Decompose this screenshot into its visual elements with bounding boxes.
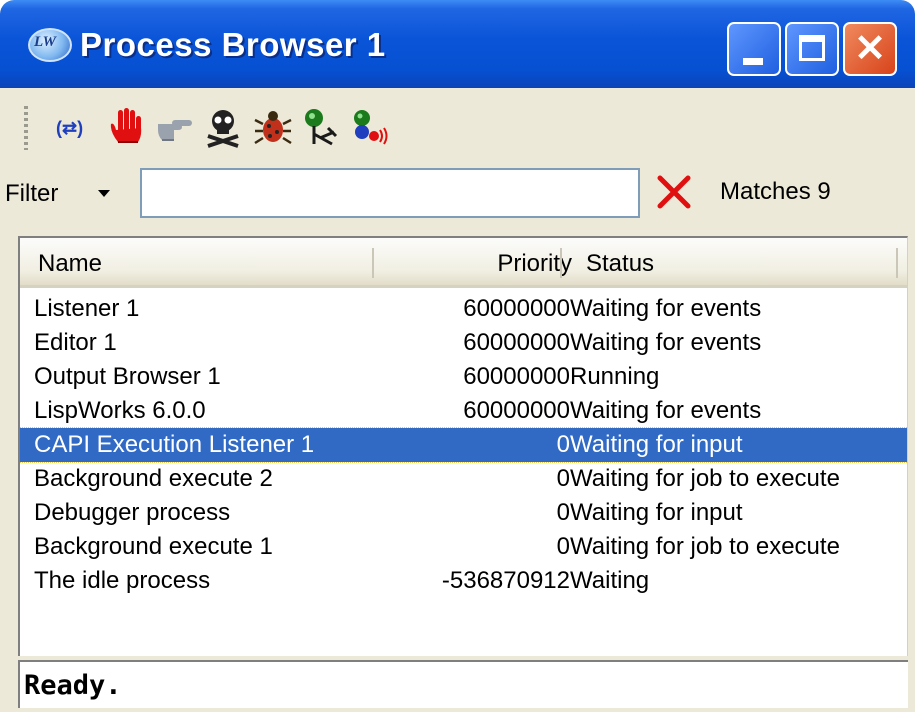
continue-tool-button[interactable] <box>154 106 196 148</box>
column-divider[interactable] <box>372 248 374 278</box>
brackets-icon: (⇄) <box>56 118 83 138</box>
priority-cell: 0 <box>556 499 570 526</box>
status-cell: Waiting for input <box>570 431 743 458</box>
run-process-tool-button[interactable] <box>300 106 342 148</box>
status-cell: Waiting for events <box>570 397 762 424</box>
table-row[interactable]: CAPI Execution Listener 1 0 Waiting for in… <box>20 427 907 463</box>
column-header-status[interactable]: Status <box>586 250 654 278</box>
table-row[interactable]: Editor 1 60000000 Waiting for events <box>20 326 907 360</box>
priority-cell: 60000000 <box>463 363 570 390</box>
close-icon: ✕ <box>854 28 886 70</box>
process-name-cell: Debugger process <box>34 499 231 526</box>
list-header: Name Priority Status <box>20 238 907 288</box>
signal-process-tool-button[interactable] <box>348 106 390 148</box>
chevron-down-icon[interactable] <box>98 190 110 197</box>
table-row[interactable]: Debugger process 0 Waiting for input <box>20 496 907 530</box>
process-name-cell: Background execute 1 <box>34 533 273 560</box>
process-name-cell: Background execute 2 <box>34 465 273 492</box>
status-cell: Running <box>570 363 660 390</box>
brackets-icon-text: (⇄) <box>56 118 83 138</box>
priority-cell: 60000000 <box>463 295 570 322</box>
maximize-button[interactable] <box>785 22 839 76</box>
kill-tool-button[interactable] <box>202 106 244 148</box>
process-list[interactable]: Name Priority Status Listener 1 60000000 W… <box>18 236 908 656</box>
process-name-cell: LispWorks 6.0.0 <box>34 397 206 424</box>
process-signal-icon <box>354 110 388 145</box>
process-run-icon <box>305 109 338 146</box>
toolbar: (⇄) <box>8 92 908 160</box>
process-name-cell: The idle process <box>34 567 211 594</box>
priority-cell: -536870912 <box>441 567 570 594</box>
app-icon-text: LW <box>34 34 56 50</box>
status-bar: Ready. <box>18 660 908 708</box>
title-bar[interactable]: LW Process Browser 1 ✕ <box>0 0 915 88</box>
break-tool-button[interactable] <box>106 106 148 148</box>
column-header-name[interactable]: Name <box>38 250 102 278</box>
priority-cell: 60000000 <box>463 329 570 356</box>
status-cell: Waiting for events <box>570 295 762 322</box>
table-row[interactable]: Background execute 1 0 Waiting for job to … <box>20 530 907 564</box>
filter-input[interactable] <box>140 168 640 218</box>
toolbar-grip[interactable] <box>24 106 28 150</box>
column-divider[interactable] <box>560 248 562 278</box>
status-text: Ready. <box>24 670 122 701</box>
close-button[interactable]: ✕ <box>843 22 897 76</box>
priority-cell: 0 <box>556 465 570 492</box>
column-divider[interactable] <box>896 248 898 278</box>
process-browser-window: LW Process Browser 1 ✕ (⇄) Filter Matche… <box>0 0 915 712</box>
skull-icon <box>207 110 239 148</box>
minimize-icon <box>743 58 763 65</box>
window-title: Process Browser 1 <box>80 26 386 63</box>
status-cell: Waiting for job to execute <box>570 465 840 492</box>
process-name-cell: Output Browser 1 <box>34 363 221 390</box>
status-cell: Waiting for events <box>570 329 762 356</box>
priority-cell: 60000000 <box>463 397 570 424</box>
lispworks-app-icon[interactable]: LW <box>28 28 72 62</box>
table-row[interactable]: LispWorks 6.0.0 60000000 Waiting for event… <box>20 394 907 428</box>
process-name-cell: CAPI Execution Listener 1 <box>34 431 315 458</box>
status-cell: Waiting for input <box>570 499 743 526</box>
clear-filter-icon[interactable] <box>654 172 694 212</box>
brackets-tool-button[interactable]: (⇄) <box>54 106 96 148</box>
stop-hand-icon <box>110 108 142 143</box>
matches-count: Matches 9 <box>720 178 831 205</box>
table-row[interactable]: The idle process -536870912 Waiting <box>20 564 907 598</box>
minimize-button[interactable] <box>727 22 781 76</box>
process-name-cell: Editor 1 <box>34 329 117 356</box>
bug-icon <box>254 111 292 145</box>
table-row[interactable]: Background execute 2 0 Waiting for job to … <box>20 462 907 496</box>
filter-menu-label[interactable]: Filter <box>5 180 58 208</box>
filter-bar: Filter Matches 9 <box>0 160 915 228</box>
table-row[interactable]: Output Browser 1 60000000 Running <box>20 360 907 394</box>
status-cell: Waiting for job to execute <box>570 533 840 560</box>
maximize-icon <box>799 35 825 61</box>
table-row[interactable]: Listener 1 60000000 Waiting for events <box>20 292 907 326</box>
status-cell: Waiting <box>570 567 650 594</box>
pointing-hand-icon <box>158 120 192 141</box>
priority-cell: 0 <box>556 431 570 458</box>
process-name-cell: Listener 1 <box>34 295 140 322</box>
debug-tool-button[interactable] <box>252 106 294 148</box>
priority-cell: 0 <box>556 533 570 560</box>
